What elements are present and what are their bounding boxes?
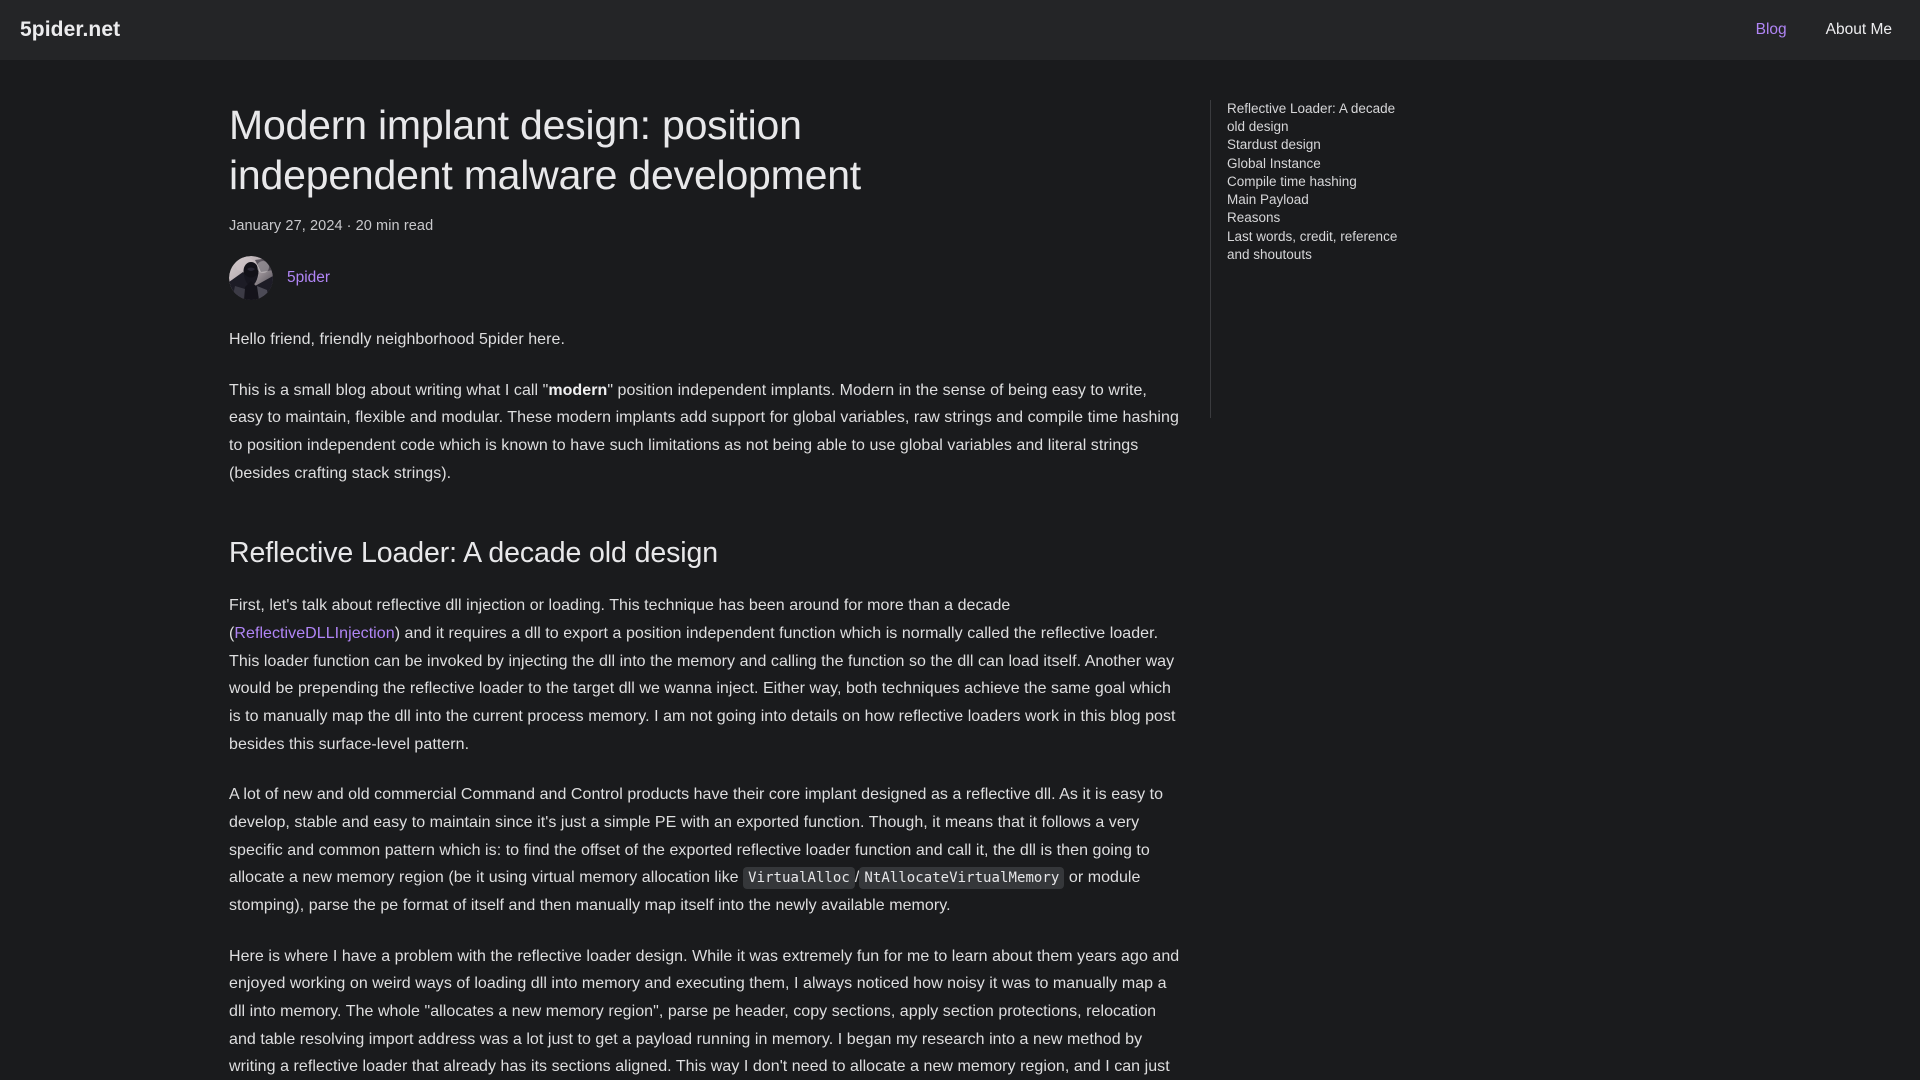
list-item: Reasons	[1227, 209, 1510, 227]
main-navigation: Blog About Me	[1756, 21, 1896, 39]
list-item: Stardust design	[1227, 136, 1510, 154]
page-container: Modern implant design: position independ…	[0, 60, 1920, 1080]
code-virtualalloc: VirtualAlloc	[743, 867, 855, 890]
paragraph-modern-part-a: This is a small blog about writing what …	[229, 381, 549, 399]
toc-list: Reflective Loader: A decade old design S…	[1227, 100, 1510, 264]
section-heading-reflective-loader: Reflective Loader: A decade old design	[229, 537, 718, 570]
nav-link-blog[interactable]: Blog	[1756, 21, 1787, 39]
author-link[interactable]: 5pider	[287, 269, 330, 287]
site-header: 5pider.net Blog About Me	[0, 0, 1920, 60]
paragraph-modern-implants: This is a small blog about writing what …	[229, 377, 1180, 488]
table-of-contents: Reflective Loader: A decade old design S…	[1210, 100, 1510, 418]
link-reflective-dll-injection[interactable]: ReflectiveDLLInjection	[234, 625, 394, 642]
paragraph-reflective-part-b: ) and it requires a dll to export a posi…	[229, 625, 1176, 753]
author-row: 5pider	[229, 256, 1180, 301]
paragraph-problem-with-design: Here is where I have a problem with the …	[229, 947, 1180, 1076]
toc-item-last-words[interactable]: Last words, credit, reference and shouto…	[1227, 228, 1412, 264]
toc-item-reflective-loader[interactable]: Reflective Loader: A decade old design	[1227, 100, 1412, 136]
list-item: Reflective Loader: A decade old design	[1227, 100, 1510, 136]
meta-separator: ·	[346, 218, 352, 235]
site-brand-link[interactable]: 5pider.net	[20, 18, 120, 42]
article-body: Modern implant design: position independ…	[225, 100, 1180, 1080]
post-meta: January 27, 2024 · 20 min read	[229, 218, 1180, 234]
list-item: Global Instance	[1227, 155, 1510, 173]
paragraph-intro: Hello friend, friendly neighborhood 5pid…	[229, 331, 565, 349]
list-item: Main Payload	[1227, 191, 1510, 209]
code-ntallocatevirtualmemory: NtAllocateVirtualMemory	[859, 867, 1065, 890]
content-layout: Modern implant design: position independ…	[225, 100, 1695, 1080]
toc-item-stardust-design[interactable]: Stardust design	[1227, 136, 1412, 154]
toc-item-compile-time-hashing[interactable]: Compile time hashing	[1227, 173, 1412, 191]
list-item: Compile time hashing	[1227, 173, 1510, 191]
post-date: January 27, 2024	[229, 218, 343, 235]
nav-link-about-me[interactable]: About Me	[1826, 21, 1892, 39]
toc-item-global-instance[interactable]: Global Instance	[1227, 155, 1412, 173]
page-title: Modern implant design: position independ…	[229, 102, 862, 199]
list-item: Last words, credit, reference and shouto…	[1227, 228, 1510, 264]
paragraph-commercial-c2: A lot of new and old commercial Command …	[229, 781, 1180, 919]
toc-item-reasons[interactable]: Reasons	[1227, 209, 1412, 227]
post-read-time: 20 min read	[355, 218, 434, 235]
emphasis-modern: modern	[548, 381, 608, 399]
toc-item-main-payload[interactable]: Main Payload	[1227, 191, 1412, 209]
paragraph-reflective-intro: First, let's talk about reflective dll i…	[229, 592, 1180, 758]
avatar[interactable]	[229, 256, 273, 301]
